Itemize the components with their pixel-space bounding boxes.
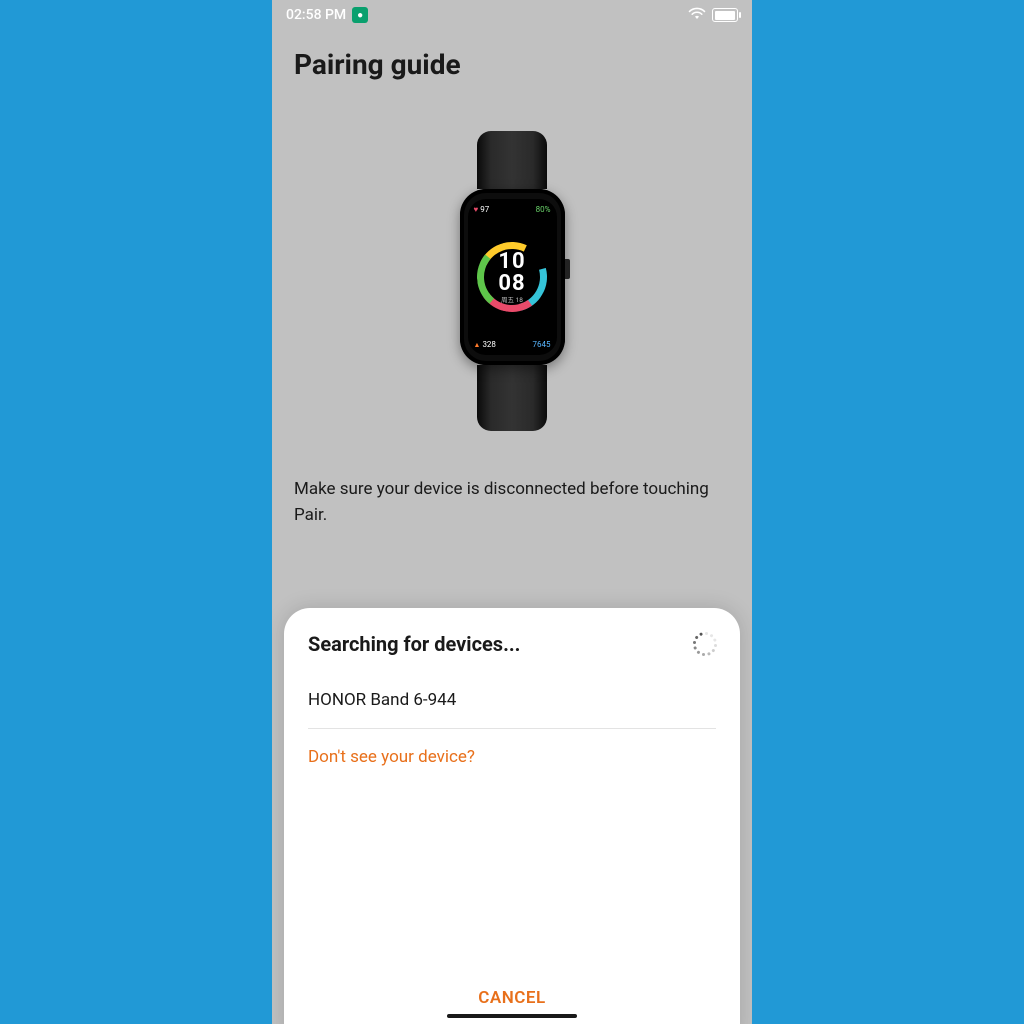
watch-calories: 328 [474,340,496,349]
status-time: 02:58 PM [286,7,346,23]
status-right [688,6,738,24]
sheet-title: Searching for devices... [308,632,520,656]
status-left: 02:58 PM ● [286,7,368,23]
page-title: Pairing guide [272,30,752,91]
fitness-band-illustration: 97 80% 10 08 周五 18 [442,131,582,431]
battery-icon [712,8,738,22]
status-app-icon: ● [352,7,368,23]
phone-frame: 02:58 PM ● Pairing guide [272,0,752,1024]
watch-clock-date: 周五 18 [498,297,525,304]
watch-clock-hours: 10 [498,251,525,273]
pairing-instruction: Make sure your device is disconnected be… [272,461,752,528]
watch-steps: 7645 [533,340,551,349]
device-name: HONOR Band 6-944 [308,690,456,710]
cancel-button[interactable]: CANCEL [308,974,716,1018]
status-bar: 02:58 PM ● [272,0,752,30]
watch-battery: 80% [536,205,551,214]
app-indicator-glyph: ● [357,10,363,21]
watch-clock-minutes: 08 [498,273,525,295]
search-devices-sheet: Searching for devices... HONOR Band 6-94… [284,608,740,1024]
watch-heart-rate: 97 [474,205,490,214]
device-image: 97 80% 10 08 周五 18 [272,91,752,461]
help-link[interactable]: Don't see your device? [308,729,716,785]
home-indicator[interactable] [447,1014,577,1018]
device-list-item[interactable]: HONOR Band 6-944 [308,684,716,729]
loading-spinner-icon [694,633,716,655]
wifi-icon [688,6,706,24]
